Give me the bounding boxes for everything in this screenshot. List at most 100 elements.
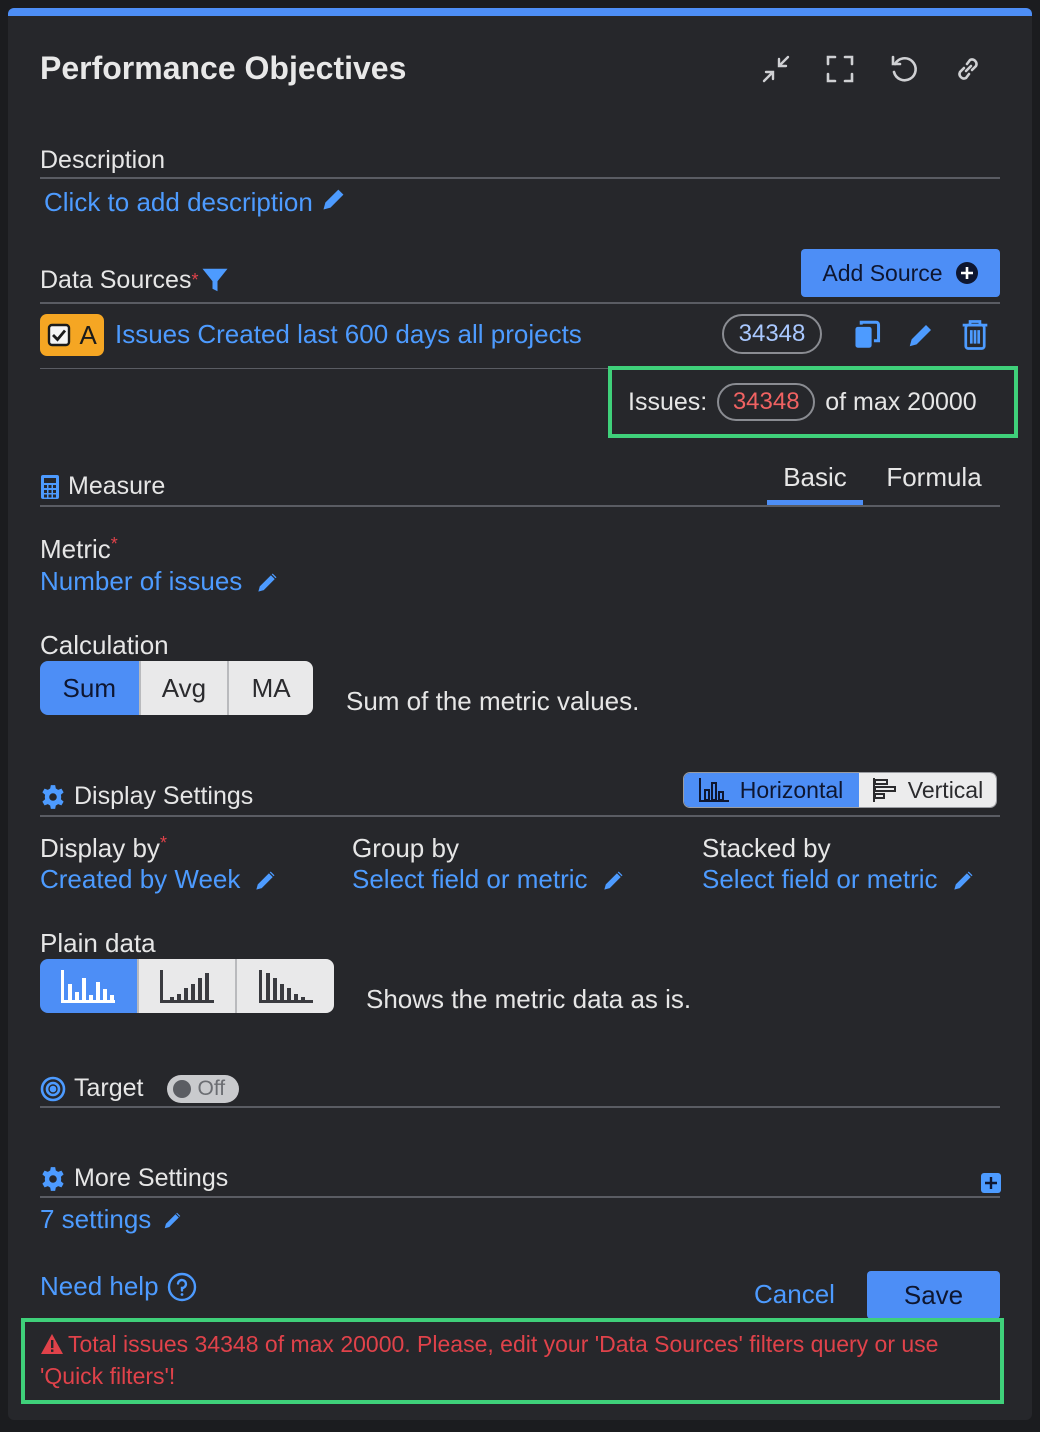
edit-source-icon[interactable] (906, 320, 936, 355)
target-header: Target Off (40, 1074, 240, 1103)
vertical-bars-icon (872, 777, 898, 803)
tab-basic[interactable]: Basic (767, 462, 863, 500)
calculation-selector: Sum Avg MA (40, 661, 313, 715)
more-settings-link[interactable]: 7 settings (40, 1204, 185, 1235)
copy-icon[interactable] (853, 320, 881, 355)
help-circle-icon (167, 1272, 197, 1302)
pencil-icon (161, 1208, 185, 1232)
required-marker: * (110, 534, 118, 554)
stacked-by-label: Stacked by (702, 833, 831, 863)
data-sources-header: Data Sources * (40, 265, 230, 295)
divider (40, 302, 1000, 304)
chart-settings-panel: Performance Objectives Description Click… (8, 8, 1032, 1420)
more-settings-label: More Settings (74, 1164, 229, 1192)
metric-label: Metric (40, 534, 111, 564)
issues-count-badge: 34348 (717, 383, 816, 421)
source-badge[interactable]: A (40, 314, 104, 356)
divider (40, 505, 1000, 507)
display-settings-header: Display Settings (40, 782, 253, 811)
target-icon (40, 1076, 66, 1102)
display-settings-label: Display Settings (74, 782, 254, 810)
target-toggle[interactable]: Off (167, 1074, 240, 1103)
pencil-icon (950, 866, 978, 894)
measure-header: Measure (40, 472, 165, 501)
group-by-link[interactable]: Select field or metric (352, 864, 628, 895)
error-text: Total issues 34348 of max 20000. Please,… (40, 1331, 939, 1389)
display-by-link[interactable]: Created by Week (40, 864, 280, 895)
metric-label-row: Metric* (40, 534, 118, 565)
delete-source-icon[interactable] (961, 319, 989, 356)
accent-bar (8, 8, 1032, 16)
checkbox-icon[interactable] (47, 323, 71, 347)
display-by-value: Created by Week (40, 864, 241, 894)
orientation-vertical-button[interactable]: Vertical (857, 773, 996, 807)
sort-ascending-button[interactable] (138, 959, 238, 1013)
bar-chart-icon (698, 777, 730, 803)
orientation-toggle: Horizontal Vertical (683, 772, 997, 808)
metric-value: Number of issues (40, 566, 243, 596)
sort-plain-button[interactable] (40, 959, 139, 1013)
pencil-icon (252, 866, 280, 894)
need-help-link[interactable]: Need help (40, 1271, 197, 1302)
save-button[interactable]: Save (867, 1271, 1000, 1319)
calc-sum-button[interactable]: Sum (40, 661, 141, 715)
pencil-icon (254, 568, 282, 596)
add-source-button[interactable]: Add Source (801, 249, 1000, 297)
add-description-link[interactable]: Click to add description (44, 186, 347, 219)
calculation-description: Sum of the metric values. (346, 686, 640, 716)
description-label: Description (40, 146, 166, 174)
metric-value-link[interactable]: Number of issues (40, 566, 282, 597)
source-name-link[interactable]: Issues Created last 600 days all project… (115, 319, 582, 350)
issues-prefix: Issues: (628, 387, 708, 416)
tab-formula[interactable]: Formula (868, 462, 1000, 500)
calc-avg-button[interactable]: Avg (140, 661, 230, 715)
measure-label: Measure (68, 472, 166, 500)
plain-bars-icon (59, 968, 117, 1004)
more-settings-count: 7 settings (40, 1204, 152, 1234)
expand-plus-icon[interactable] (981, 1173, 1001, 1198)
plain-data-description: Shows the metric data as is. (366, 984, 692, 1014)
plain-data-label: Plain data (40, 928, 156, 958)
ascending-bars-icon (158, 968, 216, 1004)
calculator-icon (40, 474, 60, 500)
toggle-knob (173, 1079, 192, 1098)
need-help-label: Need help (40, 1271, 159, 1301)
target-toggle-label: Off (197, 1076, 226, 1100)
required-marker: * (159, 833, 167, 853)
fullscreen-icon[interactable] (822, 51, 858, 87)
link-icon[interactable] (950, 51, 986, 87)
reset-icon[interactable] (886, 51, 922, 87)
group-by-label: Group by (352, 833, 459, 863)
panel-title: Performance Objectives (40, 50, 407, 86)
error-message: Total issues 34348 of max 20000. Please,… (40, 1330, 990, 1391)
target-label: Target (74, 1074, 144, 1102)
stacked-by-link[interactable]: Select field or metric (702, 864, 978, 895)
descending-bars-icon (257, 968, 315, 1004)
calc-ma-button[interactable]: MA (229, 661, 313, 715)
filter-icon[interactable] (200, 265, 230, 295)
issues-limit-notice: Issues: 34348 of max 20000 (628, 383, 977, 421)
pencil-icon (321, 186, 347, 219)
source-letter: A (79, 319, 97, 350)
collapse-icon[interactable] (758, 51, 794, 87)
divider (40, 1196, 1000, 1198)
orientation-horizontal-button[interactable]: Horizontal (684, 773, 857, 807)
warning-icon (40, 1333, 64, 1362)
add-source-label: Add Source (822, 259, 943, 286)
cancel-button[interactable]: Cancel (754, 1279, 835, 1310)
gear-icon (40, 784, 66, 810)
display-by-label-row: Display by* (40, 833, 167, 864)
divider (40, 177, 1000, 179)
source-count-badge: 34348 (722, 314, 822, 354)
required-marker: * (191, 269, 199, 290)
orientation-horizontal-label: Horizontal (739, 776, 844, 803)
divider (40, 1106, 1000, 1108)
sort-descending-button[interactable] (237, 959, 334, 1013)
divider (40, 815, 1000, 817)
data-sources-label: Data Sources (40, 265, 192, 294)
issues-suffix: of max 20000 (825, 387, 977, 416)
stacked-by-value: Select field or metric (702, 864, 938, 894)
plus-circle-icon (955, 261, 979, 285)
add-description-label: Click to add description (44, 187, 313, 217)
gear-icon (40, 1166, 66, 1192)
